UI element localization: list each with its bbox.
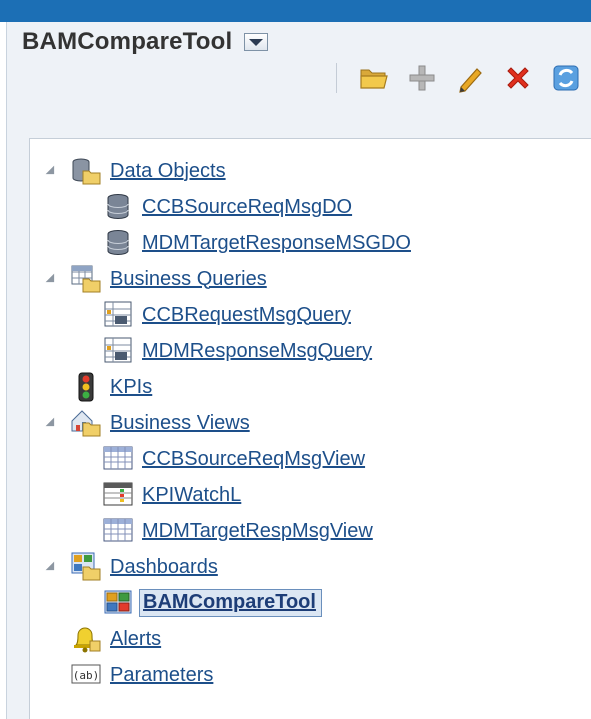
tree-item-label[interactable]: Business Views xyxy=(110,412,250,435)
add-button[interactable] xyxy=(405,61,439,95)
add-icon xyxy=(409,65,435,91)
tree-item-kpiwatchl[interactable]: KPIWatchL xyxy=(102,478,241,512)
svg-text:(ab): (ab) xyxy=(73,669,100,682)
kpi-watchlist-icon xyxy=(102,479,134,511)
refresh-button[interactable] xyxy=(549,61,583,95)
expand-toggle-dashboards[interactable] xyxy=(45,561,59,575)
tree-item-ccbrequestmsgquery[interactable]: CCBRequestMsgQuery xyxy=(102,298,351,332)
toolbar-separator xyxy=(336,63,337,93)
tree-item-label[interactable]: Business Queries xyxy=(110,268,267,291)
tree-item-mdmtargetrespmsgview[interactable]: MDMTargetRespMsgView xyxy=(102,514,373,548)
tree-item-kpis[interactable]: KPIs xyxy=(70,370,152,404)
tree-item-label[interactable]: MDMResponseMsgQuery xyxy=(142,340,372,363)
tree-item-mdmtargetresponsemsgdo[interactable]: MDMTargetResponseMSGDO xyxy=(102,226,411,260)
business-query-icon xyxy=(102,299,134,331)
expand-toggle-data-objects[interactable] xyxy=(45,165,59,179)
tree-item-business-views[interactable]: Business Views xyxy=(70,406,250,440)
business-views-folder-icon xyxy=(70,407,102,439)
table-view-icon xyxy=(102,515,134,547)
chevron-down-icon xyxy=(249,38,264,46)
alert-bell-icon xyxy=(70,623,102,655)
tree-item-alerts[interactable]: Alerts xyxy=(70,622,161,656)
tree-item-label[interactable]: CCBSourceReqMsgView xyxy=(142,448,365,471)
open-folder-icon xyxy=(360,69,388,89)
tree-item-business-queries[interactable]: Business Queries xyxy=(70,262,267,296)
tree-item-label[interactable]: Alerts xyxy=(110,628,161,651)
data-object-icon xyxy=(102,191,134,223)
tree-item-ccbsourcereqmsgview[interactable]: CCBSourceReqMsgView xyxy=(102,442,365,476)
business-queries-folder-icon xyxy=(70,263,102,295)
tree-item-dashboards[interactable]: Dashboards xyxy=(70,550,218,584)
tree-item-label[interactable]: MDMTargetResponseMSGDO xyxy=(142,232,411,255)
tree-item-parameters[interactable]: (ab) Parameters xyxy=(70,658,213,692)
tree-item-bamcomparetool[interactable]: BAMCompareTool xyxy=(102,586,322,620)
table-view-icon xyxy=(102,443,134,475)
tree-item-label[interactable]: Data Objects xyxy=(110,160,226,183)
title-menu-dropdown[interactable] xyxy=(244,33,269,51)
tree-item-label-selected[interactable]: BAMCompareTool xyxy=(139,589,322,617)
traffic-light-icon xyxy=(70,371,102,403)
dashboards-folder-icon xyxy=(70,551,102,583)
business-query-icon xyxy=(102,335,134,367)
tree-panel: Data Objects CCBSourceReqMsgDO MDMTarget… xyxy=(29,138,591,719)
toolbar xyxy=(336,60,591,96)
dashboard-icon xyxy=(102,587,134,619)
top-accent-bar xyxy=(0,0,591,22)
expand-toggle-business-views[interactable] xyxy=(45,417,59,431)
expand-toggle-business-queries[interactable] xyxy=(45,273,59,287)
tree-item-label[interactable]: Parameters xyxy=(110,664,213,687)
open-button[interactable] xyxy=(357,61,391,95)
delete-button[interactable] xyxy=(501,61,535,95)
refresh-icon xyxy=(553,65,579,91)
tree-item-label[interactable]: MDMTargetRespMsgView xyxy=(142,520,373,543)
tree-item-label[interactable]: Dashboards xyxy=(110,556,218,579)
edit-icon xyxy=(459,68,482,93)
tree-item-label[interactable]: KPIs xyxy=(110,376,152,399)
tree-item-label[interactable]: CCBSourceReqMsgDO xyxy=(142,196,352,219)
title-row: BAMCompareTool xyxy=(22,28,269,56)
tree-item-data-objects[interactable]: Data Objects xyxy=(70,154,226,188)
tree-item-ccbsourcereqmsgdo[interactable]: CCBSourceReqMsgDO xyxy=(102,190,352,224)
edit-button[interactable] xyxy=(453,61,487,95)
tree-item-label[interactable]: KPIWatchL xyxy=(142,484,241,507)
parameter-icon: (ab) xyxy=(70,659,102,691)
data-object-icon xyxy=(102,227,134,259)
tree-item-label[interactable]: CCBRequestMsgQuery xyxy=(142,304,351,327)
delete-icon xyxy=(507,67,529,89)
data-objects-folder-icon xyxy=(70,155,102,187)
page-title: BAMCompareTool xyxy=(22,28,233,55)
tree-item-mdmresponsemsgquery[interactable]: MDMResponseMsgQuery xyxy=(102,334,372,368)
